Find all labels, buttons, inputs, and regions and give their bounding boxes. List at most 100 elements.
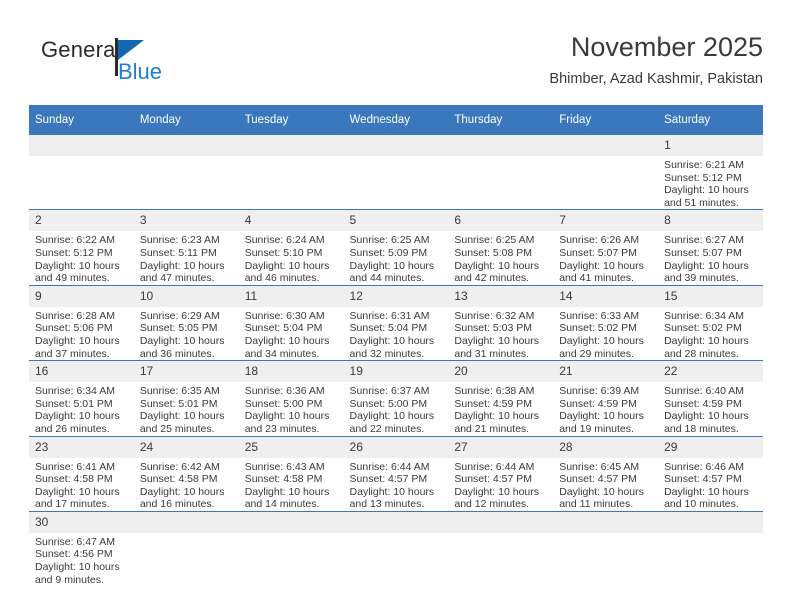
weekday-header-monday: Monday — [133, 105, 239, 135]
calendar-day-cell[interactable]: 30 Sunrise: 6:47 AM Sunset: 4:56 PM Dayligh… — [29, 510, 134, 587]
day-number: 6 — [448, 210, 554, 232]
calendar-day-cell[interactable]: 11 Sunrise: 6:30 AM Sunset: 5:04 PM Dayligh… — [238, 284, 344, 361]
generalblue-logo[interactable]: General Blue — [41, 38, 221, 94]
calendar-cell-empty — [133, 510, 239, 587]
day-details: Sunrise: 6:32 AM Sunset: 5:03 PM Daylight:… — [448, 307, 553, 360]
sunset-text: Sunset: 5:05 PM — [139, 322, 218, 335]
sunrise-text: Sunrise: 6:29 AM — [139, 309, 220, 322]
day-number: 19 — [343, 361, 449, 383]
calendar-day-cell[interactable]: 15 Sunrise: 6:34 AM Sunset: 5:02 PM Dayligh… — [658, 284, 763, 361]
day-number: 1 — [658, 135, 763, 156]
calendar-day-cell[interactable]: 9 Sunrise: 6:28 AM Sunset: 5:06 PM Daylight… — [29, 284, 134, 361]
day-details: Sunrise: 6:39 AM Sunset: 4:59 PM Daylight:… — [553, 382, 658, 435]
sunrise-text: Sunrise: 6:46 AM — [664, 460, 745, 473]
day-number — [553, 511, 659, 533]
calendar-cell-empty — [553, 135, 659, 210]
calendar-day-cell[interactable]: 25 Sunrise: 6:43 AM Sunset: 4:58 PM Dayligh… — [238, 435, 344, 512]
sunrise-text: Sunrise: 6:24 AM — [244, 234, 325, 247]
day-number — [133, 511, 239, 533]
sunrise-text: Sunrise: 6:34 AM — [35, 385, 115, 398]
calendar-day-cell[interactable]: 4 Sunrise: 6:24 AM Sunset: 5:10 PM Daylight… — [238, 209, 344, 286]
calendar-day-cell[interactable]: 3 Sunrise: 6:23 AM Sunset: 5:11 PM Daylight… — [133, 209, 239, 286]
calendar-day-cell[interactable]: 27 Sunrise: 6:44 AM Sunset: 4:57 PM Dayligh… — [448, 435, 554, 512]
day-number: 11 — [238, 285, 344, 307]
sunset-text: Sunset: 5:07 PM — [664, 246, 742, 259]
day-details: Sunrise: 6:25 AM Sunset: 5:09 PM Daylight:… — [344, 231, 449, 284]
sunrise-text: Sunrise: 6:47 AM — [35, 535, 115, 548]
daylight-text: Daylight: 10 hours and 13 minutes. — [349, 485, 435, 511]
day-number: 30 — [29, 511, 134, 533]
sunrise-text: Sunrise: 6:45 AM — [559, 460, 640, 473]
daylight-text: Daylight: 10 hours and 49 minutes. — [35, 259, 120, 285]
calendar-day-cell[interactable]: 6 Sunrise: 6:25 AM Sunset: 5:08 PM Daylight… — [448, 209, 554, 286]
calendar-week-row: 16 Sunrise: 6:34 AM Sunset: 5:01 PM Dayligh… — [29, 360, 763, 436]
daylight-text: Daylight: 10 hours and 18 minutes. — [664, 410, 749, 435]
sunrise-text: Sunrise: 6:40 AM — [664, 385, 745, 398]
calendar-day-cell[interactable]: 17 Sunrise: 6:35 AM Sunset: 5:01 PM Dayligh… — [133, 360, 239, 436]
calendar-day-cell[interactable]: 21 Sunrise: 6:39 AM Sunset: 4:59 PM Dayligh… — [553, 360, 659, 436]
sunset-text: Sunset: 4:58 PM — [139, 473, 218, 486]
calendar-day-cell[interactable]: 14 Sunrise: 6:33 AM Sunset: 5:02 PM Dayligh… — [553, 284, 659, 361]
calendar-day-cell[interactable]: 12 Sunrise: 6:31 AM Sunset: 5:04 PM Dayligh… — [343, 284, 449, 361]
calendar-day-cell[interactable]: 16 Sunrise: 6:34 AM Sunset: 5:01 PM Dayligh… — [29, 360, 134, 436]
sunrise-text: Sunrise: 6:44 AM — [349, 460, 430, 473]
sunset-text: Sunset: 5:03 PM — [454, 322, 533, 335]
calendar-day-cell[interactable]: 29 Sunrise: 6:46 AM Sunset: 4:57 PM Dayligh… — [658, 435, 763, 512]
day-details: Sunrise: 6:40 AM Sunset: 4:59 PM Daylight:… — [658, 382, 763, 435]
calendar-day-cell[interactable]: 19 Sunrise: 6:37 AM Sunset: 5:00 PM Dayligh… — [343, 360, 449, 436]
daylight-text: Daylight: 10 hours and 51 minutes. — [664, 184, 749, 209]
calendar-day-cell[interactable]: 28 Sunrise: 6:45 AM Sunset: 4:57 PM Dayligh… — [553, 435, 659, 512]
title-block: November 2025 Bhimber, Azad Kashmir, Pak… — [549, 30, 763, 90]
sunset-text: Sunset: 4:57 PM — [454, 473, 533, 486]
sunrise-text: Sunrise: 6:36 AM — [244, 385, 325, 398]
weekday-header-saturday: Saturday — [658, 105, 763, 135]
calendar-cell-empty — [343, 510, 449, 587]
calendar-day-cell[interactable]: 26 Sunrise: 6:44 AM Sunset: 4:57 PM Dayligh… — [343, 435, 449, 512]
calendar-day-cell[interactable]: 10 Sunrise: 6:29 AM Sunset: 5:05 PM Dayligh… — [133, 284, 239, 361]
day-details: Sunrise: 6:45 AM Sunset: 4:57 PM Daylight:… — [553, 458, 658, 511]
weekday-header-sunday: Sunday — [29, 105, 134, 135]
calendar-day-cell[interactable]: 20 Sunrise: 6:38 AM Sunset: 4:59 PM Dayligh… — [448, 360, 554, 436]
day-number: 4 — [238, 210, 344, 232]
day-number — [448, 511, 554, 533]
day-number: 3 — [133, 210, 239, 232]
daylight-text: Daylight: 10 hours and 25 minutes. — [139, 410, 225, 435]
day-number: 27 — [448, 436, 554, 458]
day-number — [343, 511, 449, 533]
calendar-day-cell[interactable]: 8 Sunrise: 6:27 AM Sunset: 5:07 PM Daylight… — [658, 209, 763, 286]
calendar-day-cell[interactable]: 18 Sunrise: 6:36 AM Sunset: 5:00 PM Dayligh… — [238, 360, 344, 436]
sunrise-text: Sunrise: 6:23 AM — [139, 234, 220, 247]
calendar-day-cell[interactable]: 13 Sunrise: 6:32 AM Sunset: 5:03 PM Dayligh… — [448, 284, 554, 361]
calendar-day-cell[interactable]: 5 Sunrise: 6:25 AM Sunset: 5:09 PM Daylight… — [343, 209, 449, 286]
daylight-text: Daylight: 10 hours and 12 minutes. — [454, 485, 540, 511]
sunset-text: Sunset: 5:07 PM — [559, 246, 637, 259]
day-details: Sunrise: 6:26 AM Sunset: 5:07 PM Daylight:… — [553, 231, 658, 284]
calendar-day-cell[interactable]: 23 Sunrise: 6:41 AM Sunset: 4:58 PM Dayligh… — [29, 435, 134, 512]
page-header: General Blue November 2025 Bhimber, Azad… — [29, 30, 763, 98]
sunrise-text: Sunrise: 6:33 AM — [559, 309, 640, 322]
daylight-text: Daylight: 10 hours and 14 minutes. — [244, 485, 330, 511]
sunrise-text: Sunrise: 6:21 AM — [664, 159, 745, 171]
daylight-text: Daylight: 10 hours and 37 minutes. — [35, 334, 120, 360]
calendar-day-cell[interactable]: 2 Sunrise: 6:22 AM Sunset: 5:12 PM Daylight… — [29, 209, 134, 286]
daylight-text: Daylight: 10 hours and 47 minutes. — [139, 259, 225, 285]
daylight-text: Daylight: 10 hours and 11 minutes. — [559, 485, 644, 511]
day-number: 22 — [658, 361, 763, 383]
weekday-header-tuesday: Tuesday — [238, 105, 344, 135]
day-details: Sunrise: 6:44 AM Sunset: 4:57 PM Daylight:… — [344, 458, 449, 511]
calendar-day-cell[interactable]: 7 Sunrise: 6:26 AM Sunset: 5:07 PM Daylight… — [553, 209, 659, 286]
calendar-day-cell[interactable]: 1 Sunrise: 6:21 AM Sunset: 5:12 PM Daylight… — [658, 135, 763, 210]
sunset-text: Sunset: 4:57 PM — [349, 473, 428, 486]
day-number: 25 — [238, 436, 344, 458]
calendar-day-cell[interactable]: 24 Sunrise: 6:42 AM Sunset: 4:58 PM Dayligh… — [133, 435, 239, 512]
sunrise-text: Sunrise: 6:22 AM — [35, 234, 115, 247]
daylight-text: Daylight: 10 hours and 36 minutes. — [139, 334, 225, 360]
day-details: Sunrise: 6:22 AM Sunset: 5:12 PM Daylight:… — [29, 231, 134, 284]
day-number: 12 — [343, 285, 449, 307]
day-number: 16 — [29, 361, 134, 383]
logo-text-general: General — [41, 37, 121, 62]
calendar-day-cell[interactable]: 22 Sunrise: 6:40 AM Sunset: 4:59 PM Dayligh… — [658, 360, 763, 436]
calendar-page: General Blue November 2025 Bhimber, Azad… — [0, 0, 792, 612]
calendar-header-row: Sunday Monday Tuesday Wednesday Thursday… — [29, 105, 763, 135]
sunset-text: Sunset: 5:00 PM — [244, 397, 323, 410]
